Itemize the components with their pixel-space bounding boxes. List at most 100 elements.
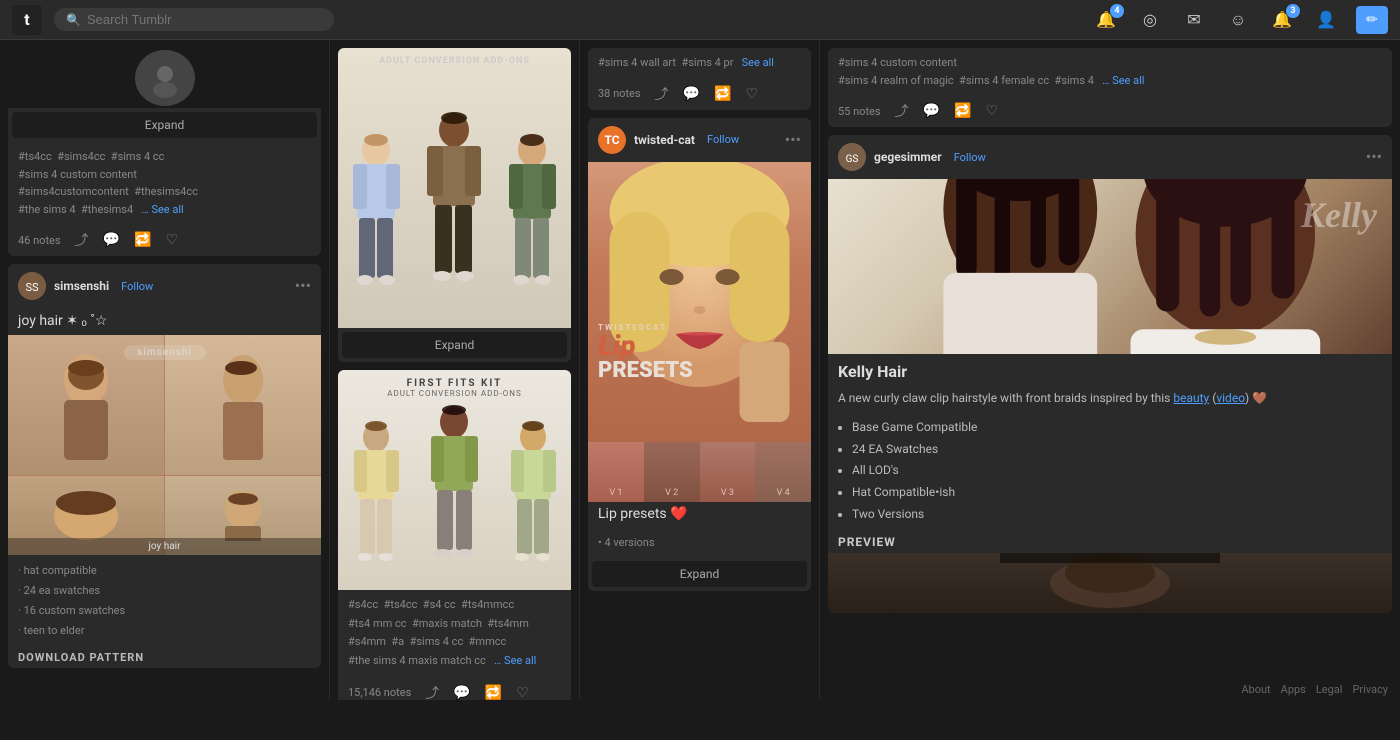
see-all-fashion[interactable]: … See all — [494, 654, 536, 667]
tag-text-4: #sims 4 custom content#sims 4 realm of m… — [838, 56, 1099, 87]
activity-icon[interactable]: 🔔 3 — [1268, 6, 1296, 34]
video-link[interactable]: video — [1216, 391, 1245, 405]
kelly-features: Base Game Compatible 24 EA Swatches All … — [828, 413, 1392, 531]
card-kelly-hair: GS gegesimmer Follow ••• Kelly — [828, 135, 1392, 613]
lip-versions-tag: • 4 versions — [588, 528, 811, 558]
like-icon-3t[interactable]: ♡ — [745, 86, 758, 102]
lip-swatch-v3: V 3 — [700, 442, 756, 502]
feature-lods: All LOD's — [852, 460, 1382, 482]
search-input[interactable] — [87, 12, 322, 27]
twistedcat-overlay: TWISTEDCAT Lip PRESETS — [598, 323, 693, 382]
download-label[interactable]: DOWNLOAD PATTERN — [8, 647, 321, 668]
see-all-4[interactable]: … See all — [1102, 74, 1144, 87]
column-3: #sims 4 wall art #sims 4 pr See all 38 n… — [580, 40, 820, 700]
comment-icon-3t[interactable]: 💬 — [683, 86, 700, 102]
tag-wall-art: #sims 4 wall art #sims 4 pr — [598, 56, 739, 69]
avatar-top — [135, 50, 195, 106]
kelly-preview-image — [828, 553, 1392, 613]
footer-about[interactable]: About — [1241, 683, 1270, 696]
reblog-icon-3t[interactable]: 🔁 — [714, 86, 731, 102]
follow-gege[interactable]: Follow — [954, 151, 986, 164]
expand-button-lip[interactable]: Expand — [592, 561, 807, 587]
more-options-kelly[interactable]: ••• — [1366, 149, 1382, 165]
activity-badge: 3 — [1286, 4, 1300, 18]
beauty-link[interactable]: beauty — [1173, 391, 1209, 405]
page-footer: About Apps Legal Privacy — [1241, 683, 1388, 696]
notes-top-3: 38 notes — [598, 87, 641, 100]
card-tags-1: Expand #ts4cc #sims4cc #sims 4 cc#sims 4… — [8, 48, 321, 256]
footer-legal[interactable]: Legal — [1316, 683, 1343, 696]
simsenshi-watermark: simsenshi — [123, 345, 205, 360]
notifications-badge: 4 — [1110, 4, 1124, 18]
lip-swatch-v1: V 1 — [588, 442, 644, 502]
joy-hair-features: · hat compatible · 24 ea swatches · 16 c… — [8, 555, 321, 646]
sim-3 — [505, 128, 560, 328]
notifications-icon[interactable]: 🔔 4 — [1092, 6, 1120, 34]
kelly-hair-title: Kelly Hair — [828, 354, 1392, 385]
kelly-hair-image: Kelly — [828, 179, 1392, 354]
fashion-label-1: ADULT CONVERSION ADD-ONS — [338, 56, 571, 66]
fashion-sims-row-2 — [338, 370, 571, 590]
search-bar[interactable]: 🔍 — [54, 8, 334, 31]
like-icon-4t[interactable]: ♡ — [985, 103, 998, 119]
sim-2 — [425, 108, 483, 328]
joy-hair-label: joy hair — [8, 538, 321, 555]
username-simsenshi[interactable]: simsenshi — [54, 279, 109, 293]
card-footer-top-3: 38 notes ⤴ 💬 🔁 ♡ — [588, 78, 811, 110]
notes-fashion-2: 15,146 notes — [348, 686, 411, 699]
footer-apps[interactable]: Apps — [1281, 683, 1306, 696]
sim-1 — [349, 128, 404, 328]
joy-hair-image: simsenshi — [8, 335, 321, 555]
see-all-3[interactable]: See all — [742, 56, 774, 69]
more-options-joy[interactable]: ••• — [295, 278, 311, 294]
see-all-1[interactable]: … See all — [141, 203, 183, 216]
like-icon-1[interactable]: ♡ — [165, 232, 178, 248]
follow-twistedcat[interactable]: Follow — [707, 133, 739, 146]
avatar-twistedcat: TC — [598, 126, 626, 154]
feature-two-versions: Two Versions — [852, 504, 1382, 526]
comment-icon-1[interactable]: 💬 — [103, 232, 120, 248]
lip-face-image: TWISTEDCAT Lip PRESETS — [588, 162, 811, 442]
reblog-icon-1[interactable]: 🔁 — [134, 232, 151, 248]
fashion-sims-row — [338, 48, 571, 328]
compose-button[interactable]: ✏ — [1356, 6, 1388, 34]
like-icon-f2[interactable]: ♡ — [516, 685, 529, 700]
feature-hat-compat: Hat Compatible•ish — [852, 482, 1382, 504]
main-content: Expand #ts4cc #sims4cc #sims 4 cc#sims 4… — [0, 40, 1400, 700]
comment-icon-4t[interactable]: 💬 — [923, 103, 940, 119]
tumblr-logo[interactable]: t — [12, 5, 42, 35]
comment-icon-f2[interactable]: 💬 — [453, 685, 470, 700]
share-icon-1[interactable]: ⤴ — [75, 230, 89, 250]
lip-swatch-v4: V 4 — [755, 442, 811, 502]
feature-ea-swatches: · 24 ea swatches — [18, 584, 100, 597]
username-gege[interactable]: gegesimmer — [874, 150, 942, 164]
inbox-icon[interactable]: ☺ — [1224, 6, 1252, 34]
card-fashion-2: FIRST FITS KIT ADULT CONVERSION ADD-ONS — [338, 370, 571, 700]
top-tags-text-3: #sims 4 wall art #sims 4 pr See all — [588, 48, 811, 78]
radar-icon[interactable]: ◎ — [1136, 6, 1164, 34]
feature-custom-swatches: · 16 custom swatches — [18, 604, 125, 617]
joy-hair-title: joy hair ✶ ₒ ˚☆ — [8, 308, 321, 335]
card-header-joy: SS simsenshi Follow ••• — [8, 264, 321, 308]
account-icon[interactable]: 👤 — [1312, 6, 1340, 34]
feature-ea-swatches-kelly: 24 EA Swatches — [852, 439, 1382, 461]
username-twistedcat[interactable]: twisted-cat — [634, 133, 695, 147]
first-fits-label: FIRST FITS KIT ADULT CONVERSION ADD-ONS — [338, 378, 571, 398]
share-icon-3t[interactable]: ⤴ — [655, 84, 669, 104]
expand-button-2[interactable]: Expand — [342, 332, 567, 358]
svg-text:SS: SS — [25, 281, 39, 294]
expand-button-1[interactable]: Expand — [12, 112, 317, 138]
reblog-icon-4t[interactable]: 🔁 — [954, 103, 971, 119]
follow-simsenshi[interactable]: Follow — [121, 280, 153, 293]
share-icon-f2[interactable]: ⤴ — [425, 683, 439, 700]
reblog-icon-f2[interactable]: 🔁 — [485, 685, 502, 700]
card-lip-presets: TC twisted-cat Follow ••• — [588, 118, 811, 592]
messages-icon[interactable]: ✉ — [1180, 6, 1208, 34]
tags-fashion-2: #s4cc #ts4cc #s4 cc #ts4mmcc#ts4 mm cc #… — [338, 590, 571, 677]
footer-privacy[interactable]: Privacy — [1352, 683, 1388, 696]
card-footer-fashion-2: 15,146 notes ⤴ 💬 🔁 ♡ — [338, 677, 571, 700]
more-options-lip[interactable]: ••• — [785, 132, 801, 148]
share-icon-4t[interactable]: ⤴ — [895, 101, 909, 121]
top-tags-4: #sims 4 custom content#sims 4 realm of m… — [828, 48, 1392, 95]
card-image-top — [8, 48, 321, 108]
